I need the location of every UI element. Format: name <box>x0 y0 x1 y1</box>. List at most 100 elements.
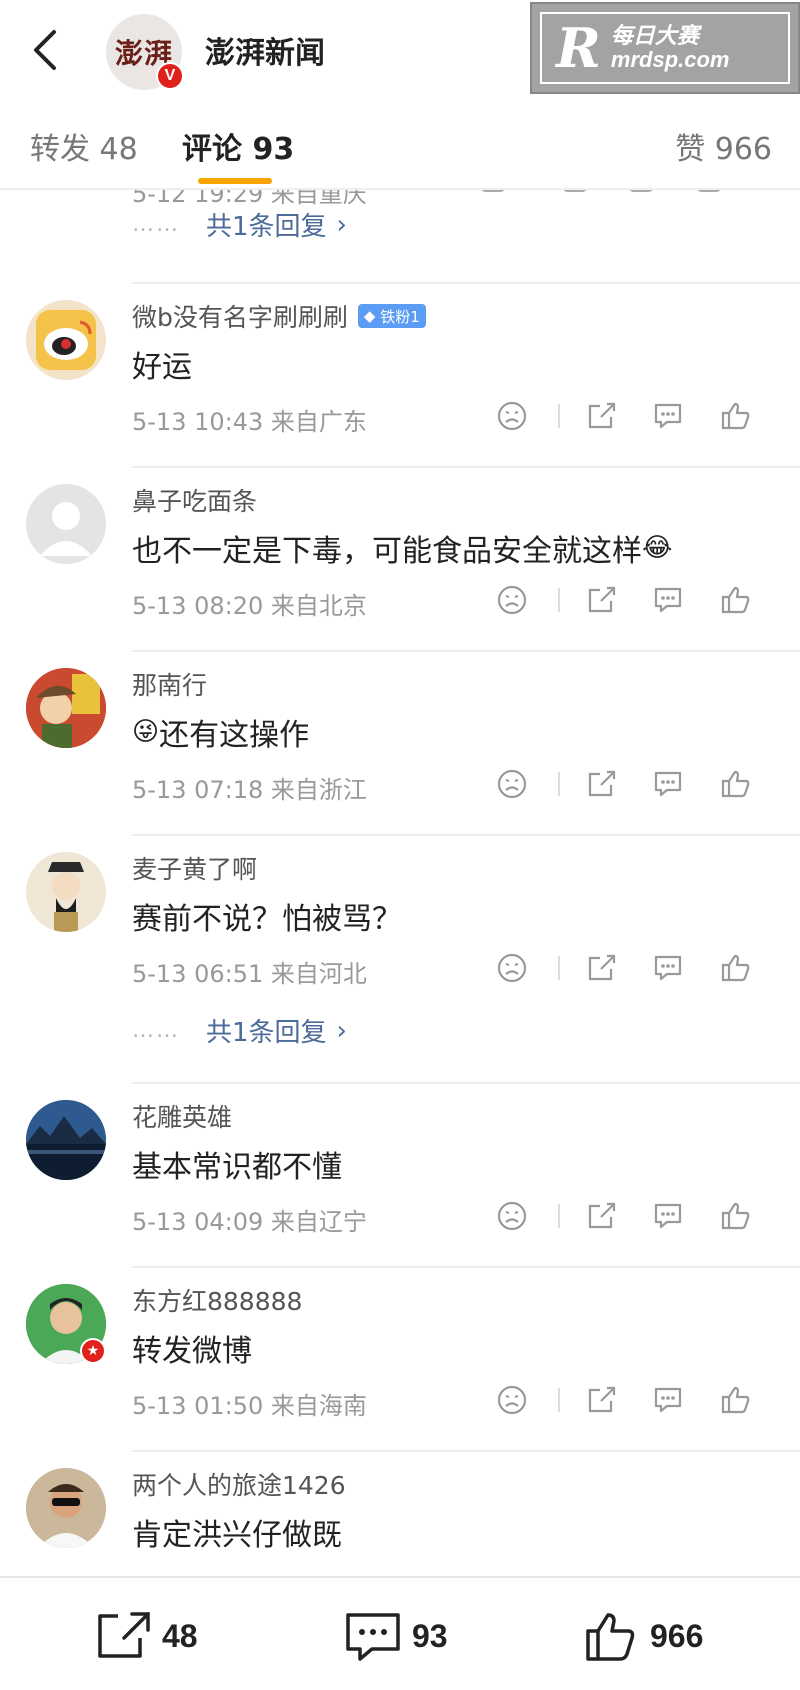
commenter-name[interactable]: 微b没有名字刷刷刷 ◆ 铁粉1 <box>132 298 426 334</box>
comment-icon <box>654 403 682 429</box>
watermark-line1: 每日大赛 <box>610 22 699 48</box>
chevron-right-icon: › <box>336 209 347 240</box>
comment-icon <box>654 1203 682 1229</box>
dislike-button[interactable] <box>494 398 530 434</box>
reply-button[interactable] <box>650 1198 686 1234</box>
like-button[interactable] <box>718 950 754 986</box>
comment-text-body: 也不一定是下毒，可能食品安全就这样 <box>132 534 642 569</box>
avatar[interactable] <box>26 484 106 564</box>
person-sunglasses-avatar-icon <box>26 1468 106 1548</box>
repost-icon <box>98 1612 150 1658</box>
dislike-face-icon <box>497 1385 527 1415</box>
dislike-face-icon <box>497 585 527 615</box>
comment-text: 也不一定是下毒，可能食品安全就这样 😂 <box>132 526 672 570</box>
tab-repost[interactable]: 转发 48 <box>30 124 138 168</box>
comment-icon <box>654 1387 682 1413</box>
watermark-line2: mrdsp.com <box>610 47 730 72</box>
comment-actions <box>494 1382 774 1422</box>
comment-actions <box>494 950 774 990</box>
comment-icon <box>654 955 682 981</box>
account-name[interactable]: 澎湃新闻 <box>205 28 325 72</box>
comment-meta: 5-13 06:51 来自河北 <box>132 960 367 988</box>
dislike-face-icon <box>497 401 527 431</box>
reply-link-text: 共1条回复 <box>206 212 327 242</box>
share-button[interactable] <box>584 1382 620 1418</box>
landscape-avatar-icon <box>26 1100 106 1180</box>
watermark: R 每日大赛 mrdsp.com <box>530 2 800 94</box>
dislike-button[interactable] <box>494 582 530 618</box>
back-icon <box>34 30 56 70</box>
partial-comment: 5-12 19:29 来自重庆 <box>0 190 800 284</box>
avatar[interactable] <box>26 1468 106 1548</box>
cartoon-portrait-avatar-icon <box>26 668 106 748</box>
like-button[interactable] <box>718 766 754 802</box>
comment-item: 鼻子吃面条 也不一定是下毒，可能食品安全就这样 😂 5-13 08:20 来自北… <box>0 468 800 652</box>
share-button[interactable] <box>584 398 620 434</box>
comment-icon <box>654 771 682 797</box>
share-button[interactable] <box>584 1198 620 1234</box>
like-icon <box>721 770 750 798</box>
avatar[interactable] <box>26 668 106 748</box>
avatar[interactable] <box>26 852 106 932</box>
comment-list[interactable]: 5-12 19:29 来自重庆 …… 共1条回复 › 微b没有名字刷刷刷 ◆ 铁… <box>0 190 800 1575</box>
share-button[interactable] <box>584 766 620 802</box>
commenter-name[interactable]: 那南行 <box>132 666 207 702</box>
action-separator <box>558 588 560 612</box>
view-replies-link[interactable]: …… 共1条回复 › <box>132 206 347 243</box>
commenter-name[interactable]: 鼻子吃面条 <box>132 482 257 518</box>
avatar[interactable] <box>26 1100 106 1180</box>
like-button[interactable] <box>718 1382 754 1418</box>
tab-likes[interactable]: 赞 966 <box>675 124 772 168</box>
opera-character-avatar-icon <box>26 852 106 932</box>
comment-actions <box>494 582 774 622</box>
verified-red-badge-icon: ★ <box>80 1338 106 1364</box>
share-icon <box>588 402 616 429</box>
view-replies-link[interactable]: …… 共1条回复 › <box>132 1012 347 1049</box>
comment-actions <box>494 398 774 438</box>
commenter-name[interactable]: 两个人的旅途1426 <box>132 1466 346 1502</box>
reply-dots: …… <box>132 1018 180 1043</box>
like-button[interactable] <box>718 1198 754 1234</box>
fan-badge: ◆ 铁粉1 <box>357 304 426 328</box>
repost-button[interactable]: 48 <box>96 1606 198 1666</box>
like-icon <box>721 1202 750 1230</box>
tab-comments[interactable]: 评论 93 <box>182 124 294 168</box>
commenter-name[interactable]: 东方红888888 <box>132 1282 302 1318</box>
reply-dots: …… <box>132 212 180 237</box>
back-button[interactable] <box>20 20 70 80</box>
tongue-emoji-icon: 😜 <box>132 717 160 747</box>
comment-text: 赛前不说？怕被骂？ <box>132 902 402 937</box>
avatar[interactable] <box>26 300 106 380</box>
comment-actions <box>480 190 780 196</box>
share-button[interactable] <box>584 950 620 986</box>
comment-icon <box>654 587 682 613</box>
comment-meta: 5-13 08:20 来自北京 <box>132 592 367 620</box>
dislike-button[interactable] <box>494 1198 530 1234</box>
reply-button[interactable] <box>650 398 686 434</box>
like-button[interactable] <box>718 582 754 618</box>
comment-icon <box>346 1613 400 1661</box>
reply-button[interactable] <box>650 1382 686 1418</box>
tab-bar: 转发 48 评论 93 赞 966 <box>0 98 800 190</box>
share-button[interactable] <box>584 582 620 618</box>
active-tab-indicator <box>198 178 272 184</box>
like-icon <box>721 1386 750 1414</box>
like-icon <box>721 954 750 982</box>
like-button[interactable]: 966 <box>584 1606 703 1666</box>
comment-meta: 5-13 01:50 来自海南 <box>132 1392 367 1420</box>
like-button[interactable] <box>718 398 754 434</box>
reply-button[interactable] <box>650 766 686 802</box>
comment-text-body: 还有这操作 <box>159 718 310 753</box>
dislike-button[interactable] <box>494 1382 530 1418</box>
comment-count: 93 <box>412 1617 448 1654</box>
share-icon <box>588 770 616 797</box>
comment-text: 转发微博 <box>132 1334 252 1369</box>
reply-button[interactable] <box>650 582 686 618</box>
commenter-name[interactable]: 花雕英雄 <box>132 1098 232 1134</box>
commenter-name[interactable]: 麦子黄了啊 <box>132 850 257 886</box>
comment-actions <box>494 1198 774 1238</box>
dislike-button[interactable] <box>494 950 530 986</box>
dislike-button[interactable] <box>494 766 530 802</box>
comment-button[interactable]: 93 <box>344 1606 448 1666</box>
reply-button[interactable] <box>650 950 686 986</box>
